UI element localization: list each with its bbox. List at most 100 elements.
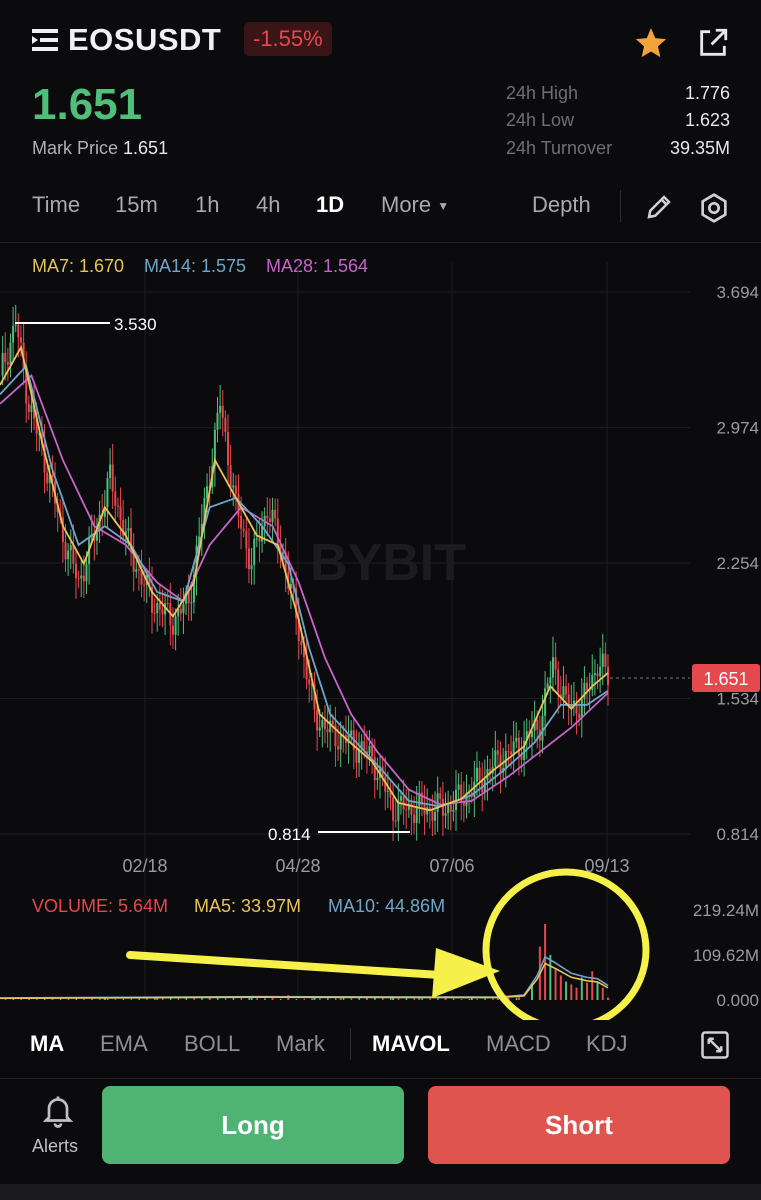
star-icon[interactable] (634, 26, 668, 60)
volume-bar (319, 998, 321, 1000)
indicator-kdj[interactable]: KDJ (586, 1031, 628, 1057)
candle (394, 820, 397, 822)
candle (599, 666, 602, 677)
tab-depth[interactable]: Depth (532, 192, 591, 218)
indicator-ma[interactable]: MA (30, 1031, 64, 1057)
candle (441, 798, 444, 816)
candle (114, 491, 117, 506)
candle (355, 749, 358, 763)
volume-bar (311, 998, 313, 1000)
volume-bar (303, 998, 305, 1000)
divider (0, 1078, 761, 1079)
stat-label: 24h High (506, 83, 579, 103)
candle (517, 737, 520, 756)
candle (221, 405, 224, 418)
chart-grid (0, 262, 690, 1000)
candle (415, 806, 418, 823)
volume-bar (549, 954, 552, 1000)
candle (242, 528, 245, 531)
candle (544, 688, 547, 716)
candle (376, 777, 379, 781)
indicator-ema[interactable]: EMA (100, 1031, 148, 1057)
candle (452, 810, 455, 812)
candle (80, 575, 83, 579)
bell-icon[interactable] (40, 1092, 76, 1128)
tab-more[interactable]: More ▼ (381, 192, 449, 218)
indicator-boll[interactable]: BOLL (184, 1031, 240, 1057)
volume-bar (476, 998, 478, 1000)
caret-down-icon: ▼ (437, 199, 450, 214)
candle (444, 813, 447, 816)
candle (475, 767, 478, 782)
volume-bar (279, 998, 282, 1000)
candle (449, 804, 452, 812)
alerts-label[interactable]: Alerts (32, 1136, 78, 1157)
price-tick-label: 3.694 (716, 283, 759, 302)
candle (339, 734, 342, 750)
volume-bar (106, 998, 109, 1000)
volume-bar (601, 987, 604, 1000)
tab-1h[interactable]: 1h (195, 192, 219, 218)
candle (368, 745, 371, 754)
indicator-mavol[interactable]: MAVOL (372, 1031, 450, 1057)
candle (224, 417, 227, 433)
candle (596, 673, 599, 677)
volume-bar (264, 998, 266, 1000)
candle (250, 565, 253, 570)
volume-bar (544, 924, 547, 1000)
tab-4h[interactable]: 4h (256, 192, 280, 218)
volume-bar (492, 998, 494, 1000)
candle (216, 412, 219, 430)
candle (19, 337, 22, 343)
expand-icon[interactable] (700, 1030, 730, 1060)
candle (431, 809, 434, 821)
candle (153, 612, 156, 614)
volume-bar (99, 998, 101, 1000)
volume-tick-label: 219.24M (693, 901, 759, 920)
candle (457, 784, 460, 790)
indicator-mark[interactable]: Mark (276, 1031, 325, 1057)
volume-bar (114, 999, 117, 1000)
candle (607, 666, 609, 685)
volume-bar (122, 998, 125, 1000)
volume-bar (287, 999, 290, 1000)
indicator-macd[interactable]: MACD (486, 1031, 551, 1057)
candle (234, 485, 237, 494)
candle (371, 745, 374, 758)
stat-value: 39.35M (669, 138, 730, 158)
volume-bar (445, 998, 447, 1000)
divider (620, 190, 621, 222)
tab-time[interactable]: Time (32, 192, 80, 218)
volume-bar (575, 987, 578, 1000)
share-icon[interactable] (696, 26, 730, 60)
candle (253, 539, 256, 566)
candle (46, 472, 49, 484)
pencil-icon[interactable] (644, 192, 674, 222)
stat-label: 24h Low (506, 110, 575, 130)
menu-icon[interactable] (32, 28, 60, 52)
volume-bar (248, 997, 250, 1000)
candle (9, 342, 12, 365)
candle (549, 677, 552, 684)
price-tick-label: 0.814 (716, 825, 759, 844)
candle (67, 550, 70, 560)
tab-1d[interactable]: 1D (316, 192, 344, 218)
volume-bar (460, 999, 463, 1000)
candle (350, 730, 353, 736)
candle (512, 741, 515, 755)
symbol-title[interactable]: EOSUSDT (68, 22, 221, 58)
volume-bar (452, 998, 455, 1000)
candle (507, 751, 510, 753)
tab-15m[interactable]: 15m (115, 192, 158, 218)
volume-bar (339, 997, 342, 1000)
candle (6, 362, 9, 365)
candle (494, 750, 497, 768)
candle (323, 720, 326, 730)
volume-bars (4, 924, 609, 1000)
long-button[interactable]: Long (102, 1086, 404, 1164)
price-tick-label: 1.534 (716, 690, 759, 709)
short-button[interactable]: Short (428, 1086, 730, 1164)
candle (219, 405, 222, 413)
settings-icon[interactable] (698, 192, 730, 224)
candle (258, 538, 261, 542)
